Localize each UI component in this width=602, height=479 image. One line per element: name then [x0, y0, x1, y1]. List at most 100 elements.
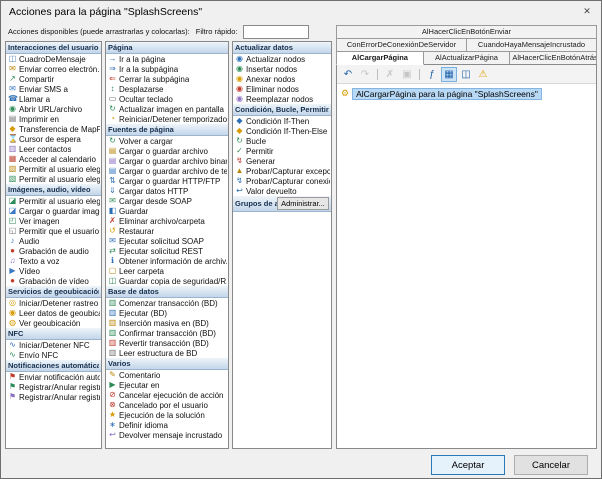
action-item[interactable]: ◉Abrir URL/archivo [6, 104, 101, 114]
tab-alhacerclicenbotonenviar[interactable]: AlHacerClicEnBotónEnviar [336, 25, 597, 39]
action-item[interactable]: ↕Desplazarse [106, 84, 228, 94]
action-item[interactable]: ⊘Cancelar ejecución de acción [106, 390, 228, 400]
action-item[interactable]: ⚑Registrar/Anular registr... [6, 382, 101, 392]
action-item[interactable]: ♫Texto a voz [6, 256, 101, 266]
action-item[interactable]: ↻Actualizar imagen en pantalla [106, 104, 228, 114]
undo-icon[interactable]: ↶ [340, 67, 356, 82]
action-item[interactable]: ⇄Ejecutar solicitud REST [106, 246, 228, 256]
accept-button[interactable]: Aceptar [431, 455, 505, 475]
action-tree[interactable]: ⚙ AlCargarPágina para la página "SplashS… [337, 84, 596, 448]
action-item[interactable]: ⚑Enviar notificación auto... [6, 372, 101, 382]
details-toggle-icon[interactable]: ▦ [441, 67, 457, 82]
action-item[interactable]: ⇐Cerrar la subpágina [106, 74, 228, 84]
action-item[interactable]: ↗Compartir [6, 74, 101, 84]
action-item[interactable]: ▥Leer contactos [6, 144, 101, 154]
action-item[interactable]: ◧Guardar [106, 206, 228, 216]
action-item[interactable]: ✗Eliminar archivo/carpeta [106, 216, 228, 226]
action-item[interactable]: ✉Enviar correo electrón... [6, 64, 101, 74]
action-item[interactable]: ∿Envío NFC [6, 350, 101, 360]
action-item-label: Ejecutar solicitud REST [119, 247, 203, 256]
action-item[interactable]: ▥Inserción masiva en (BD) [106, 318, 228, 328]
action-item[interactable]: ▤Cargar o guardar archivo de te... [106, 166, 228, 176]
db-begin-transaction-icon: ▥ [108, 298, 117, 308]
action-item[interactable]: ▲Probar/Capturar excepciones [233, 166, 331, 176]
action-item[interactable]: ▤Cargar o guardar archivo [106, 146, 228, 156]
tree-row[interactable]: ⚙ AlCargarPágina para la página "SplashS… [341, 87, 592, 100]
action-item[interactable]: ℹObtener información de archiv... [106, 256, 228, 266]
action-item[interactable]: ▤Cargar o guardar archivo binar... [106, 156, 228, 166]
action-item[interactable]: ◔Reiniciar/Detener temporizado... [106, 114, 228, 124]
action-item[interactable]: ✉Enviar SMS a [6, 84, 101, 94]
action-item[interactable]: ▧Permitir al usuario elegi... [6, 164, 101, 174]
action-item[interactable]: ◉Insertar nodos [233, 64, 331, 74]
action-item[interactable]: ✉Ejecutar solicitud SOAP [106, 236, 228, 246]
action-item[interactable]: ◍Ver geoubicación [6, 318, 101, 328]
action-item[interactable]: ◉Eliminar nodos [233, 84, 331, 94]
tab-alcargarpagina[interactable]: AlCargarPágina [336, 51, 424, 65]
action-item[interactable]: ⇒Ir a la subpágina [106, 64, 228, 74]
action-item[interactable]: ⇅Cargar o guardar HTTP/FTP [106, 176, 228, 186]
action-item[interactable]: ✎Comentario [106, 370, 228, 380]
delete-file-icon: ✗ [108, 216, 117, 226]
action-item[interactable]: ▥Ejecutar (BD) [106, 308, 228, 318]
action-item[interactable]: →Ir a la página [106, 54, 228, 64]
title-bar[interactable]: Acciones para la página "SplashScreens" … [1, 1, 601, 22]
xpath-icon[interactable]: ƒ [424, 67, 440, 82]
action-item[interactable]: ▥Comenzar transacción (BD) [106, 298, 228, 308]
action-item[interactable]: ∗Definir idioma [106, 420, 228, 430]
action-item[interactable]: ♪Audio [6, 236, 101, 246]
action-item[interactable]: ⊗Cancelado por el usuario [106, 400, 228, 410]
action-item[interactable]: ◪Cargar o guardar image... [6, 206, 101, 216]
action-item[interactable]: ▶Ejecutar en [106, 380, 228, 390]
action-item[interactable]: ▦Acceder al calendario [6, 154, 101, 164]
action-item[interactable]: ◉Anexar nodos [233, 74, 331, 84]
action-item[interactable]: ☎Llamar a [6, 94, 101, 104]
tab-cuandohayamensajeincrustado[interactable]: CuandoHayaMensajeIncrustado [466, 38, 597, 52]
action-item[interactable]: ◆Condición If-Then-Else [233, 126, 331, 136]
action-item[interactable]: ●Grabación de vídeo [6, 276, 101, 286]
cancel-button[interactable]: Cancelar [514, 455, 588, 475]
action-item[interactable]: ↯Probar/Capturar conexión con e... [233, 176, 331, 186]
action-item[interactable]: ⌛Cursor de espera [6, 134, 101, 144]
action-item[interactable]: ↯Generar [233, 156, 331, 166]
action-item[interactable]: ▥Revertir transacción (BD) [106, 338, 228, 348]
manage-action-groups-button[interactable]: Administrar... [277, 197, 329, 210]
action-item[interactable]: ●Grabación de audio [6, 246, 101, 256]
quick-filter-input[interactable] [243, 25, 309, 39]
action-item[interactable]: ◉Actualizar nodos [233, 54, 331, 64]
action-item[interactable]: ↺Restaurar [106, 226, 228, 236]
action-item[interactable]: ⇓Cargar datos HTTP [106, 186, 228, 196]
action-item[interactable]: ▢Leer carpeta [106, 266, 228, 276]
action-item[interactable]: ◉Leer datos de geoubicac... [6, 308, 101, 318]
action-item[interactable]: ✓Permitir [233, 146, 331, 156]
action-item[interactable]: ◉Reemplazar nodos [233, 94, 331, 104]
action-item[interactable]: ✉Cargar desde SOAP [106, 196, 228, 206]
action-item[interactable]: ⚑Registrar/Anular registr... [6, 392, 101, 402]
action-item[interactable]: ▤Imprimir en [6, 114, 101, 124]
action-item[interactable]: ◆Condición If-Then [233, 116, 331, 126]
action-item[interactable]: ↩Devolver mensaje incrustado [106, 430, 228, 440]
action-item[interactable]: ▧Permitir al usuario elegi... [6, 174, 101, 184]
action-item[interactable]: ◆Transferencia de MapFo... [6, 124, 101, 134]
action-item[interactable]: ▥Leer estructura de BD [106, 348, 228, 358]
action-item[interactable]: ↩Valor devuelto [233, 186, 331, 196]
action-item[interactable]: ↻Bucle [233, 136, 331, 146]
action-item[interactable]: ★Ejecución de la solución [106, 410, 228, 420]
action-item[interactable]: ∿Iniciar/Detener NFC [6, 340, 101, 350]
action-item[interactable]: ◰Ver imagen [6, 216, 101, 226]
action-item[interactable]: ◫CuadroDeMensaje [6, 54, 101, 64]
action-item[interactable]: ◎Iniciar/Detener rastreo d... [6, 298, 101, 308]
tab-conerrordeconexiondeservidor[interactable]: ConErrorDeConexiónDeServidor [336, 38, 467, 52]
action-item[interactable]: ▥Confirmar transacción (BD) [106, 328, 228, 338]
action-item[interactable]: ◫Guardar copia de seguridad/R... [106, 276, 228, 286]
comments-toggle-icon[interactable]: ◫ [458, 67, 474, 82]
action-item[interactable]: ◪Permitir al usuario elegi... [6, 196, 101, 206]
action-item[interactable]: ▶Vídeo [6, 266, 101, 276]
warning-icon[interactable]: ⚠ [475, 67, 491, 82]
action-item[interactable]: ◱Permitir que el usuario e... [6, 226, 101, 236]
action-item[interactable]: ▭Ocultar teclado [106, 94, 228, 104]
action-item[interactable]: ↻Volver a cargar [106, 136, 228, 146]
tab-alactualizarpagina[interactable]: AlActualizarPágina [423, 51, 511, 65]
tab-alhacerclicenbotonatras[interactable]: AlHacerClicEnBotónAtrás [509, 51, 597, 65]
close-icon[interactable]: ✕ [577, 6, 597, 17]
